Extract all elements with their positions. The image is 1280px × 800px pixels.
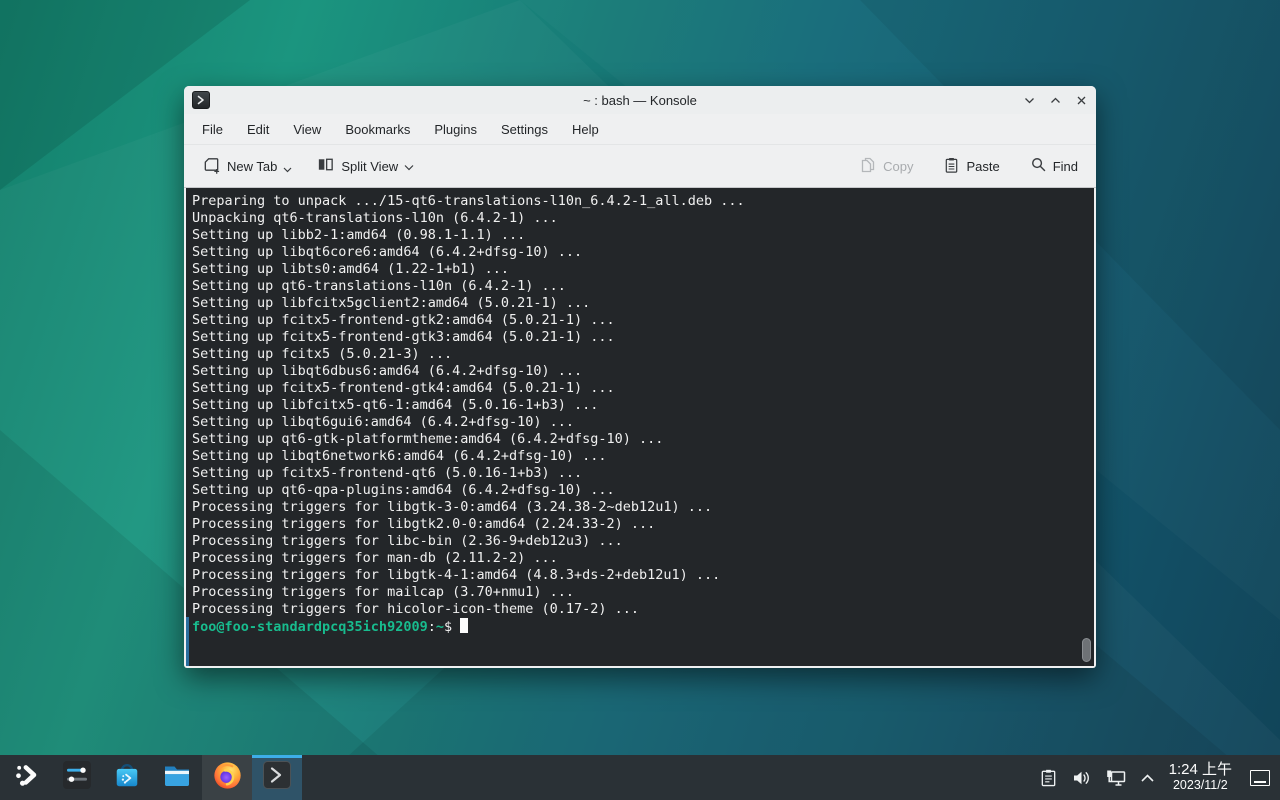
network-icon[interactable] <box>1105 768 1127 788</box>
titlebar[interactable]: ~ : bash — Konsole <box>184 86 1096 114</box>
terminal-line: Setting up libts0:amd64 (1.22-1+b1) ... <box>192 261 1088 278</box>
terminal-line: Setting up qt6-translations-l10n (6.4.2-… <box>192 278 1088 295</box>
terminal-line: Setting up libfcitx5gclient2:amd64 (5.0.… <box>192 295 1088 312</box>
terminal-line: Processing triggers for libgtk-4-1:amd64… <box>192 567 1088 584</box>
find-label: Find <box>1053 159 1078 174</box>
konsole-task-button[interactable] <box>252 755 302 800</box>
discover-button[interactable] <box>102 755 152 800</box>
paste-icon <box>943 156 960 177</box>
new-tab-icon <box>202 155 221 177</box>
terminal-line: Setting up fcitx5-frontend-gtk4:amd64 (5… <box>192 380 1088 397</box>
find-icon <box>1030 156 1047 176</box>
kde-launcher-icon <box>14 762 41 794</box>
folder-icon <box>162 760 192 795</box>
split-view-button[interactable]: Split View <box>308 149 422 183</box>
menu-item-view[interactable]: View <box>283 118 331 141</box>
minimize-button[interactable] <box>1022 93 1036 107</box>
copy-button[interactable]: Copy <box>851 150 921 183</box>
clipboard-icon[interactable] <box>1039 768 1058 788</box>
terminal-line: Unpacking qt6-translations-l10n (6.4.2-1… <box>192 210 1088 227</box>
terminal-prompt: foo@foo-standardpcq35ich92009:~$ <box>192 618 1088 636</box>
file-manager-button[interactable] <box>152 755 202 800</box>
terminal-line: Setting up qt6-qpa-plugins:amd64 (6.4.2+… <box>192 482 1088 499</box>
application-launcher-button[interactable] <box>2 755 52 800</box>
prompt-symbol: $ <box>444 619 452 635</box>
terminal-line: Setting up libfcitx5-qt6-1:amd64 (5.0.16… <box>192 397 1088 414</box>
clock-time: 1:24 上午 <box>1169 762 1232 779</box>
terminal-line: Setting up fcitx5-frontend-gtk2:amd64 (5… <box>192 312 1088 329</box>
prompt-separator: : <box>428 619 436 635</box>
active-task-indicator <box>252 755 302 758</box>
window-controls <box>1022 93 1088 107</box>
find-button[interactable]: Find <box>1022 150 1086 182</box>
terminal-line: Setting up fcitx5-frontend-gtk3:amd64 (5… <box>192 329 1088 346</box>
close-button[interactable] <box>1074 93 1088 107</box>
system-tray <box>1039 768 1155 788</box>
menu-item-settings[interactable]: Settings <box>491 118 558 141</box>
new-tab-label: New Tab <box>227 159 277 174</box>
firefox-icon <box>212 760 243 796</box>
window-title: ~ : bash — Konsole <box>184 93 1096 108</box>
terminal-line: Setting up libqt6network6:amd64 (6.4.2+d… <box>192 448 1088 465</box>
show-desktop-button[interactable] <box>1250 770 1270 786</box>
terminal-line: Setting up fcitx5-frontend-qt6 (5.0.16-1… <box>192 465 1088 482</box>
expand-tray-icon[interactable] <box>1140 773 1155 783</box>
copy-icon <box>859 156 877 177</box>
terminal-line: Setting up libqt6dbus6:amd64 (6.4.2+dfsg… <box>192 363 1088 380</box>
terminal-cursor <box>460 618 468 633</box>
terminal-scrollbar-thumb[interactable] <box>1082 638 1091 662</box>
system-settings-button[interactable] <box>52 755 102 800</box>
split-view-dropdown-icon <box>404 159 414 174</box>
terminal-line: Setting up libb2-1:amd64 (0.98.1-1.1) ..… <box>192 227 1088 244</box>
prompt-path: ~ <box>436 619 444 635</box>
menu-item-plugins[interactable]: Plugins <box>424 118 487 141</box>
toolbar: New Tab Split View Copy <box>184 145 1096 188</box>
terminal-line: Processing triggers for mailcap (3.70+nm… <box>192 584 1088 601</box>
new-tab-button[interactable]: New Tab <box>194 149 300 183</box>
new-output-marker <box>186 617 189 666</box>
menu-item-file[interactable]: File <box>192 118 233 141</box>
terminal-line: Setting up fcitx5 (5.0.21-3) ... <box>192 346 1088 363</box>
terminal-line: Setting up libqt6gui6:amd64 (6.4.2+dfsg-… <box>192 414 1088 431</box>
menu-item-help[interactable]: Help <box>562 118 609 141</box>
terminal-line: Processing triggers for libgtk2.0-0:amd6… <box>192 516 1088 533</box>
volume-icon[interactable] <box>1071 768 1092 788</box>
split-view-icon <box>316 155 335 177</box>
show-desktop-icon <box>1254 781 1266 783</box>
terminal-output: Preparing to unpack .../15-qt6-translati… <box>192 193 1088 618</box>
terminal-view[interactable]: Preparing to unpack .../15-qt6-translati… <box>186 188 1094 666</box>
menubar: FileEditViewBookmarksPluginsSettingsHelp <box>184 114 1096 145</box>
konsole-window-icon <box>192 91 210 109</box>
menu-item-edit[interactable]: Edit <box>237 118 279 141</box>
firefox-task-button[interactable] <box>202 755 252 800</box>
konsole-icon <box>262 760 292 795</box>
terminal-line: Processing triggers for hicolor-icon-the… <box>192 601 1088 618</box>
discover-icon <box>113 760 141 795</box>
terminal-line: Setting up qt6-gtk-platformtheme:amd64 (… <box>192 431 1088 448</box>
new-tab-dropdown-icon <box>283 161 292 176</box>
split-view-label: Split View <box>341 159 398 174</box>
copy-label: Copy <box>883 159 913 174</box>
menu-item-bookmarks[interactable]: Bookmarks <box>335 118 420 141</box>
terminal-line: Processing triggers for man-db (2.11.2-2… <box>192 550 1088 567</box>
paste-label: Paste <box>966 159 999 174</box>
digital-clock[interactable]: 1:24 上午 2023/11/2 <box>1169 762 1232 792</box>
paste-button[interactable]: Paste <box>935 150 1007 183</box>
maximize-button[interactable] <box>1048 93 1062 107</box>
terminal-line: Processing triggers for libgtk-3-0:amd64… <box>192 499 1088 516</box>
terminal-line: Preparing to unpack .../15-qt6-translati… <box>192 193 1088 210</box>
terminal-line: Processing triggers for libc-bin (2.36-9… <box>192 533 1088 550</box>
taskbar: 1:24 上午 2023/11/2 <box>0 755 1280 800</box>
clock-date: 2023/11/2 <box>1169 779 1232 793</box>
konsole-window: ~ : bash — Konsole FileEditViewBookmarks… <box>184 86 1096 668</box>
prompt-user-host: foo@foo-standardpcq35ich92009 <box>192 619 428 635</box>
terminal-line: Setting up libqt6core6:amd64 (6.4.2+dfsg… <box>192 244 1088 261</box>
desktop: ~ : bash — Konsole FileEditViewBookmarks… <box>0 0 1280 800</box>
system-settings-icon <box>62 760 92 795</box>
